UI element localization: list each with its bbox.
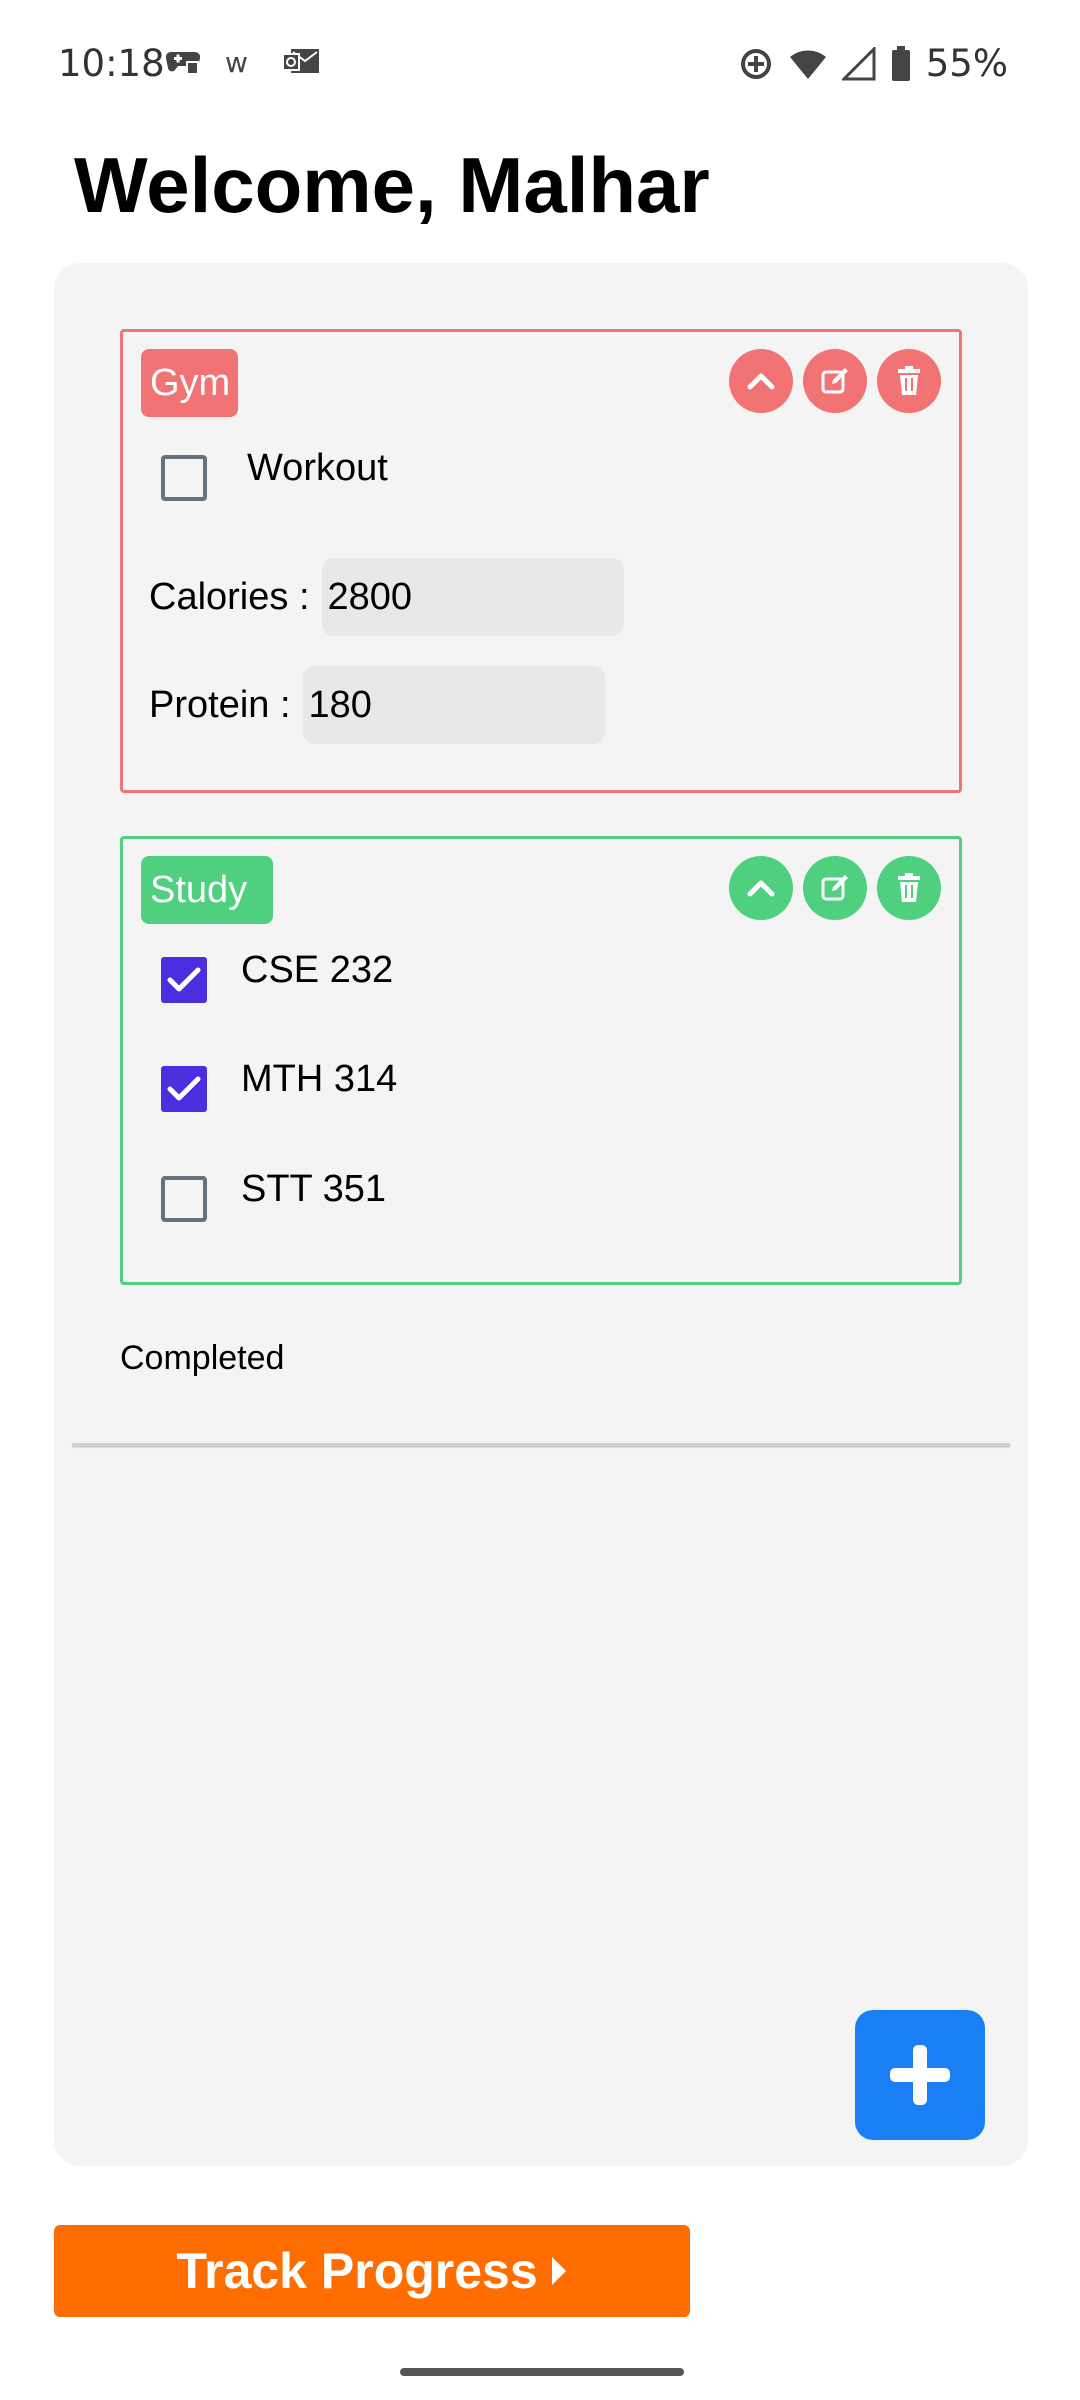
task-checkbox[interactable] (161, 455, 207, 501)
calories-input[interactable] (321, 558, 624, 636)
task-row: MTH 314 (161, 1058, 397, 1112)
edit-icon (821, 875, 848, 901)
caret-right-icon (551, 2257, 566, 2285)
signal-icon (841, 46, 876, 80)
battery-percent: 55% (925, 42, 1008, 85)
add-category-button[interactable] (855, 2010, 985, 2140)
task-row: STT 351 (161, 1168, 386, 1222)
status-time: 10:18 (58, 42, 165, 85)
game-controller-icon (165, 51, 201, 75)
completed-section-label: Completed (120, 1339, 285, 1377)
data-saver-icon (740, 48, 771, 79)
task-label: STT 351 (241, 1167, 387, 1210)
task-row: CSE 232 (161, 949, 393, 1003)
svg-text:w: w (225, 46, 248, 76)
category-card-gym: Gym Workout Calories: 2800 Protein: 18… (120, 329, 962, 793)
status-notification-icons: w (165, 46, 321, 76)
trash-icon (898, 366, 920, 395)
welcome-heading: Welcome, Malhar (74, 141, 710, 229)
edit-icon (821, 368, 848, 394)
checkmark-icon (167, 967, 201, 992)
task-row: Workout (161, 447, 388, 501)
completed-divider (72, 1443, 1010, 1447)
checkmark-icon (167, 1076, 201, 1101)
protein-row: Protein : (149, 666, 605, 744)
wifi-icon (789, 49, 826, 79)
collapse-button[interactable] (729, 856, 793, 920)
card-actions (729, 856, 941, 920)
category-tag-study: Study (141, 856, 273, 924)
protein-label: Protein : (149, 683, 291, 726)
trash-icon (898, 873, 920, 902)
task-label: CSE 232 (241, 948, 394, 991)
collapse-button[interactable] (729, 349, 793, 413)
status-system-icons: 55% (738, 42, 1008, 85)
delete-button[interactable] (877, 856, 941, 920)
track-progress-button[interactable]: Track Progress (54, 2225, 690, 2317)
calories-label: Calories : (149, 575, 310, 618)
chevron-up-icon (747, 373, 775, 390)
card-actions (729, 349, 941, 413)
task-label: Workout (247, 446, 388, 489)
task-checkbox-checked[interactable] (161, 957, 207, 1003)
task-label: MTH 314 (241, 1057, 398, 1100)
category-card-study: Study CSE 232 MTH 314 STT 351 (120, 836, 962, 1285)
task-checkbox[interactable] (161, 1176, 207, 1222)
plus-icon (890, 2045, 950, 2105)
w-icon: w (225, 46, 248, 76)
home-indicator[interactable] (400, 2368, 684, 2376)
edit-button[interactable] (803, 856, 867, 920)
tasks-panel: Gym Workout Calories: 2800 Protein: 18… (54, 263, 1028, 2166)
mail-badge-icon (282, 49, 319, 73)
calories-row: Calories : (149, 558, 624, 636)
track-progress-label: Track Progress (176, 2243, 538, 2299)
delete-button[interactable] (877, 349, 941, 413)
edit-button[interactable] (803, 349, 867, 413)
category-tag-gym: Gym (141, 349, 238, 417)
task-checkbox-checked[interactable] (161, 1066, 207, 1112)
protein-input[interactable] (302, 666, 605, 744)
status-bar: 10:18 w 55% (0, 0, 1080, 130)
chevron-up-icon (747, 880, 775, 897)
battery-icon (891, 45, 910, 81)
